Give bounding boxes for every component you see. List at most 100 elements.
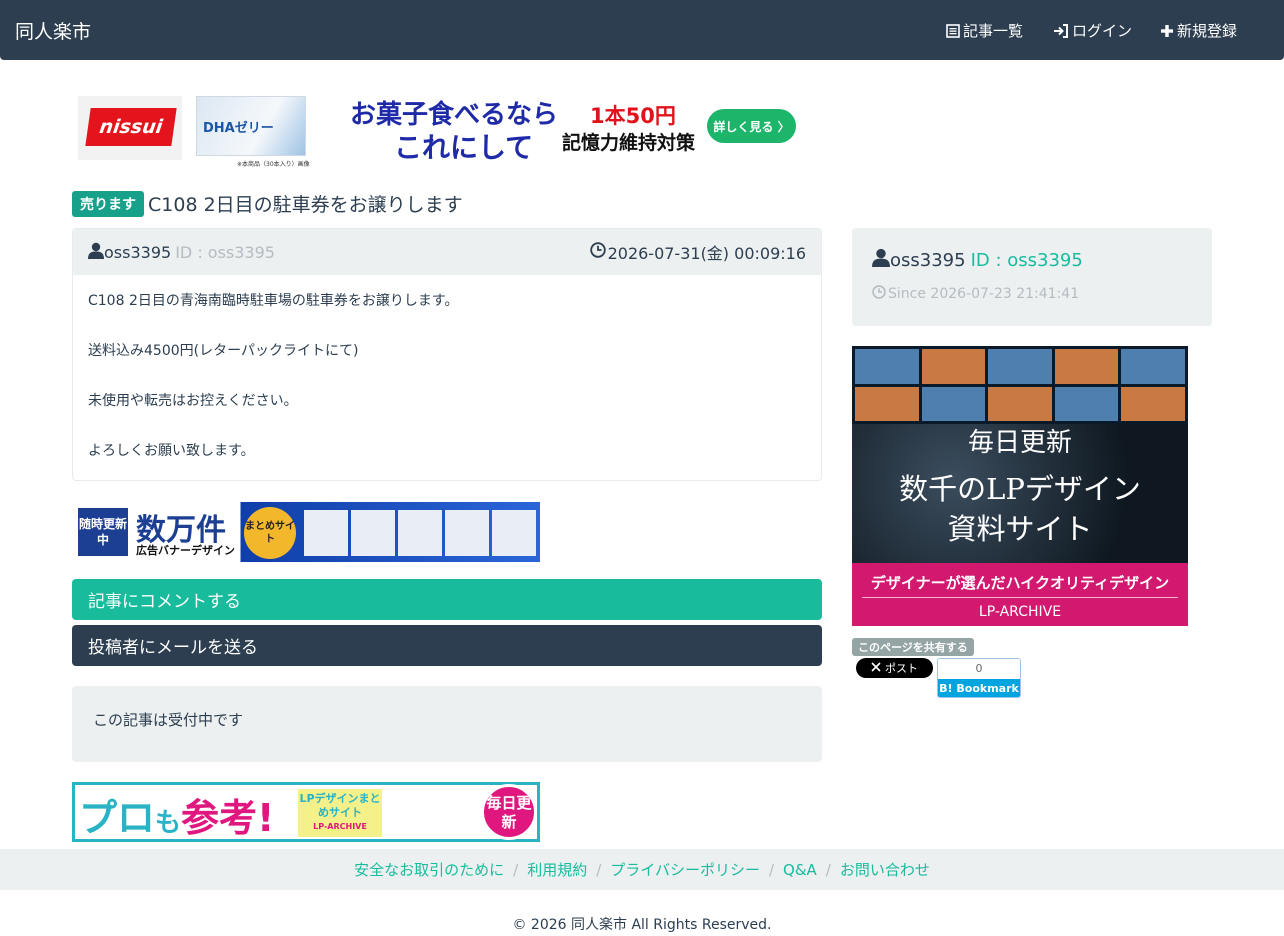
ad-thumbnail — [398, 510, 442, 556]
nissui-logo: nissui — [85, 108, 177, 146]
nav-register-label: 新規登録 — [1177, 22, 1238, 40]
nav-login[interactable]: ログイン — [1053, 20, 1132, 41]
post-date: 2026-07-31(金) 00:09:16 — [589, 240, 806, 264]
post-author[interactable]: oss3395 ID : oss3395 — [88, 242, 275, 263]
ad-collage-tile — [921, 349, 986, 384]
list-icon — [946, 23, 960, 38]
ad-thumbnail — [492, 510, 536, 556]
post-author-id: ID : oss3395 — [175, 242, 275, 262]
ad-update-tag: 随時更新中 — [78, 508, 128, 556]
user-card-since: Since 2026-07-23 21:41:41 — [872, 285, 1079, 303]
nav-article-list[interactable]: 記事一覧 — [946, 20, 1023, 41]
ad-circle-label: まとめサイト — [244, 507, 296, 559]
comment-button[interactable]: 記事にコメントする — [72, 579, 822, 620]
hatena-bookmark-widget[interactable]: 0 B! Bookmark — [937, 658, 1021, 698]
ad-pro-particle: も — [155, 808, 182, 838]
ad-pro-headline: プロも参考! — [79, 787, 274, 842]
plus-icon — [1160, 24, 1174, 38]
x-post-label: ポスト — [885, 662, 918, 675]
ad-pink-text: デザイナーが選んだハイクオリティデザイン — [870, 574, 1170, 592]
footer-separator: / — [596, 860, 602, 879]
post-body-line: よろしくお願い致します。 — [88, 443, 255, 459]
user-card-id: ID : oss3395 — [970, 249, 1083, 271]
hatena-bookmark-button[interactable]: B! Bookmark — [938, 679, 1020, 697]
ad-lp-text: LPデザインまとめサイト — [299, 792, 381, 819]
ad-lp-box: LPデザインまとめサイト LP-ARCHIVE — [298, 789, 382, 837]
lp-archive-ad[interactable]: プロも参考! LPデザインまとめサイト LP-ARCHIVE 毎日更新 — [72, 782, 540, 842]
ad-collage — [852, 346, 1188, 424]
footer-link-privacy[interactable]: プライバシーポリシー — [610, 859, 760, 880]
user-icon — [88, 242, 104, 263]
share-label: このページを共有する — [852, 638, 974, 656]
ad-collage-tile — [855, 349, 919, 384]
nav-article-list-label: 記事一覧 — [963, 22, 1024, 40]
sell-badge: 売ります — [72, 190, 144, 217]
post-header: oss3395 ID : oss3395 2026-07-31(金) 00:09… — [73, 229, 821, 275]
ad-side-line2: 数千のLPデザイン 資料サイト — [852, 469, 1188, 549]
clock-icon — [872, 285, 886, 303]
ad-lp-sub: LP-ARCHIVE — [313, 822, 367, 831]
post-title-row: 売ります C108 2日目の駐車券をお譲りします — [72, 190, 463, 217]
clock-icon — [589, 242, 606, 262]
user-icon — [872, 248, 890, 272]
ad-thumbnails — [304, 510, 536, 556]
footer-link-safety[interactable]: 安全なお取引のために — [354, 859, 504, 880]
user-card-username: oss3395 — [890, 249, 966, 271]
ad-copy-line2: これにして — [394, 131, 534, 164]
x-logo-icon — [871, 661, 881, 675]
footer-link-terms[interactable]: 利用規約 — [527, 859, 587, 880]
user-card-since-text: Since 2026-07-23 21:41:41 — [888, 286, 1080, 302]
hatena-count: 0 — [938, 659, 1020, 679]
post-date-text: 2026-07-31(金) 00:09:16 — [607, 244, 806, 263]
ad-pink-footer: デザイナーが選んだハイクオリティデザイン LP-ARCHIVE — [852, 563, 1188, 626]
post-panel: oss3395 ID : oss3395 2026-07-31(金) 00:09… — [72, 228, 822, 481]
footer-link-contact[interactable]: お問い合わせ — [840, 859, 930, 880]
ad-side-line2b: 資料サイト — [947, 512, 1093, 546]
user-card: oss3395 ID : oss3395 Since 2026-07-23 21… — [852, 228, 1212, 326]
ad-collage-tile — [988, 386, 1052, 421]
ad-detail-button[interactable]: 詳しく見る 〉 — [707, 109, 796, 143]
product-package-image: DHAゼリー ※本商品（30本入り）画像 — [196, 96, 310, 168]
ad-pink-divider — [862, 597, 1178, 598]
ad-collage-tile — [988, 349, 1052, 384]
ad-collage-tile — [1054, 386, 1119, 421]
footer-separator: / — [768, 860, 775, 879]
mail-author-button[interactable]: 投稿者にメールを送る — [72, 625, 822, 666]
nav-register[interactable]: 新規登録 — [1160, 20, 1237, 41]
user-card-name[interactable]: oss3395 ID : oss3395 — [872, 248, 1083, 272]
ad-side-line2a: 数千のLPデザイン — [899, 472, 1141, 506]
footer-link-qa[interactable]: Q&A — [783, 861, 817, 879]
footer-links: 安全なお取引のために / 利用規約 / プライバシーポリシー / Q&A / お… — [0, 849, 1284, 890]
ad-collage-tile — [1054, 349, 1119, 384]
login-icon — [1053, 23, 1069, 38]
ad-pro-word: プロ — [79, 796, 156, 840]
sidebar-ad[interactable]: 毎日更新 数千のLPデザイン 資料サイト デザイナーが選んだハイクオリティデザイン… — [852, 346, 1188, 626]
product-name: DHAゼリー — [203, 121, 274, 136]
ad-collage-tile — [1121, 349, 1185, 384]
x-post-button[interactable]: ポスト — [856, 658, 933, 678]
banner-design-ad[interactable]: 随時更新中 数万件 広告バナーデザイン まとめサイト — [72, 502, 540, 562]
ad-collage-tile — [1121, 386, 1185, 421]
post-title: C108 2日目の駐車券をお譲りします — [148, 194, 463, 216]
ad-thumbnail — [304, 510, 348, 556]
ad-collage-tile — [855, 386, 919, 421]
ad-price: 1本50円 — [590, 104, 676, 128]
top-ad-banner[interactable]: nissui DHAゼリー ※本商品（30本入り）画像 お菓子食べるなら これに… — [72, 92, 798, 168]
ad-subline: 広告バナーデザイン — [136, 544, 235, 557]
navbar: 同人楽市 記事一覧 ログイン 新規登録 — [0, 0, 1284, 60]
footer-separator: / — [513, 860, 519, 879]
ad-daily-badge: 毎日更新 — [481, 784, 537, 840]
post-author-name: oss3395 — [104, 242, 172, 262]
ad-thumbnail — [445, 510, 489, 556]
site-brand[interactable]: 同人楽市 — [15, 17, 91, 44]
post-body-line: C108 2日目の青海南臨時駐車場の駐車券をお譲りします。 — [88, 293, 459, 309]
footer-separator: / — [825, 860, 831, 879]
copyright: © 2026 同人楽市 All Rights Reserved. — [512, 917, 772, 933]
post-status: この記事は受付中です — [72, 686, 822, 762]
post-body-line: 送料込み4500円(レターパックライトにて) — [88, 343, 359, 359]
product-note: ※本商品（30本入り）画像 — [237, 161, 310, 168]
ad-side-line1: 毎日更新 — [967, 428, 1072, 458]
ad-collage-tile — [921, 386, 986, 421]
nav-login-label: ログイン — [1072, 22, 1133, 40]
nissui-logo-box: nissui — [78, 96, 182, 160]
